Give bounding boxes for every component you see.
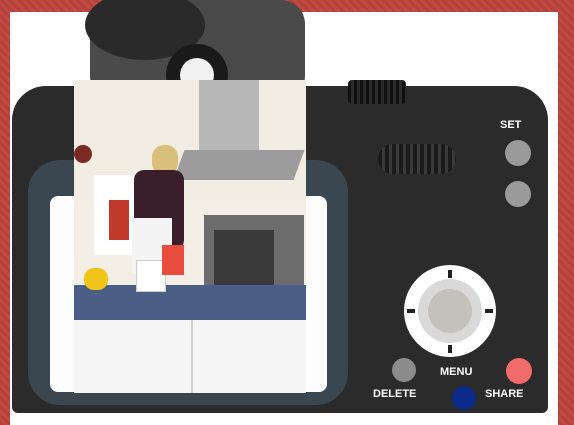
dpad-center-button[interactable] bbox=[428, 289, 472, 333]
share-label: SHARE bbox=[485, 388, 524, 400]
delete-label: DELETE bbox=[373, 388, 417, 400]
red-jug bbox=[162, 245, 184, 275]
banana bbox=[84, 268, 108, 290]
dpad-left-tick bbox=[407, 309, 415, 313]
cabinet-divider bbox=[191, 320, 193, 393]
camera-photo[interactable] bbox=[74, 80, 306, 393]
menu-label: MENU bbox=[440, 366, 473, 378]
camera-grip bbox=[348, 80, 406, 104]
fridge-magnet bbox=[109, 200, 129, 240]
share-button[interactable] bbox=[506, 358, 532, 384]
hood-base bbox=[173, 150, 305, 180]
menu-button[interactable] bbox=[452, 386, 476, 410]
speaker-grille bbox=[378, 144, 456, 174]
set-button[interactable] bbox=[505, 140, 531, 166]
dpad-up-tick bbox=[448, 270, 452, 278]
delete-button[interactable] bbox=[392, 358, 416, 382]
wall-clock bbox=[74, 145, 92, 163]
secondary-button[interactable] bbox=[505, 181, 531, 207]
cabinets bbox=[74, 320, 306, 393]
oven-door bbox=[214, 230, 274, 285]
dpad-down-tick bbox=[448, 345, 452, 353]
set-label: SET bbox=[500, 119, 522, 131]
countertop bbox=[74, 285, 306, 320]
dpad-right-tick bbox=[485, 309, 493, 313]
